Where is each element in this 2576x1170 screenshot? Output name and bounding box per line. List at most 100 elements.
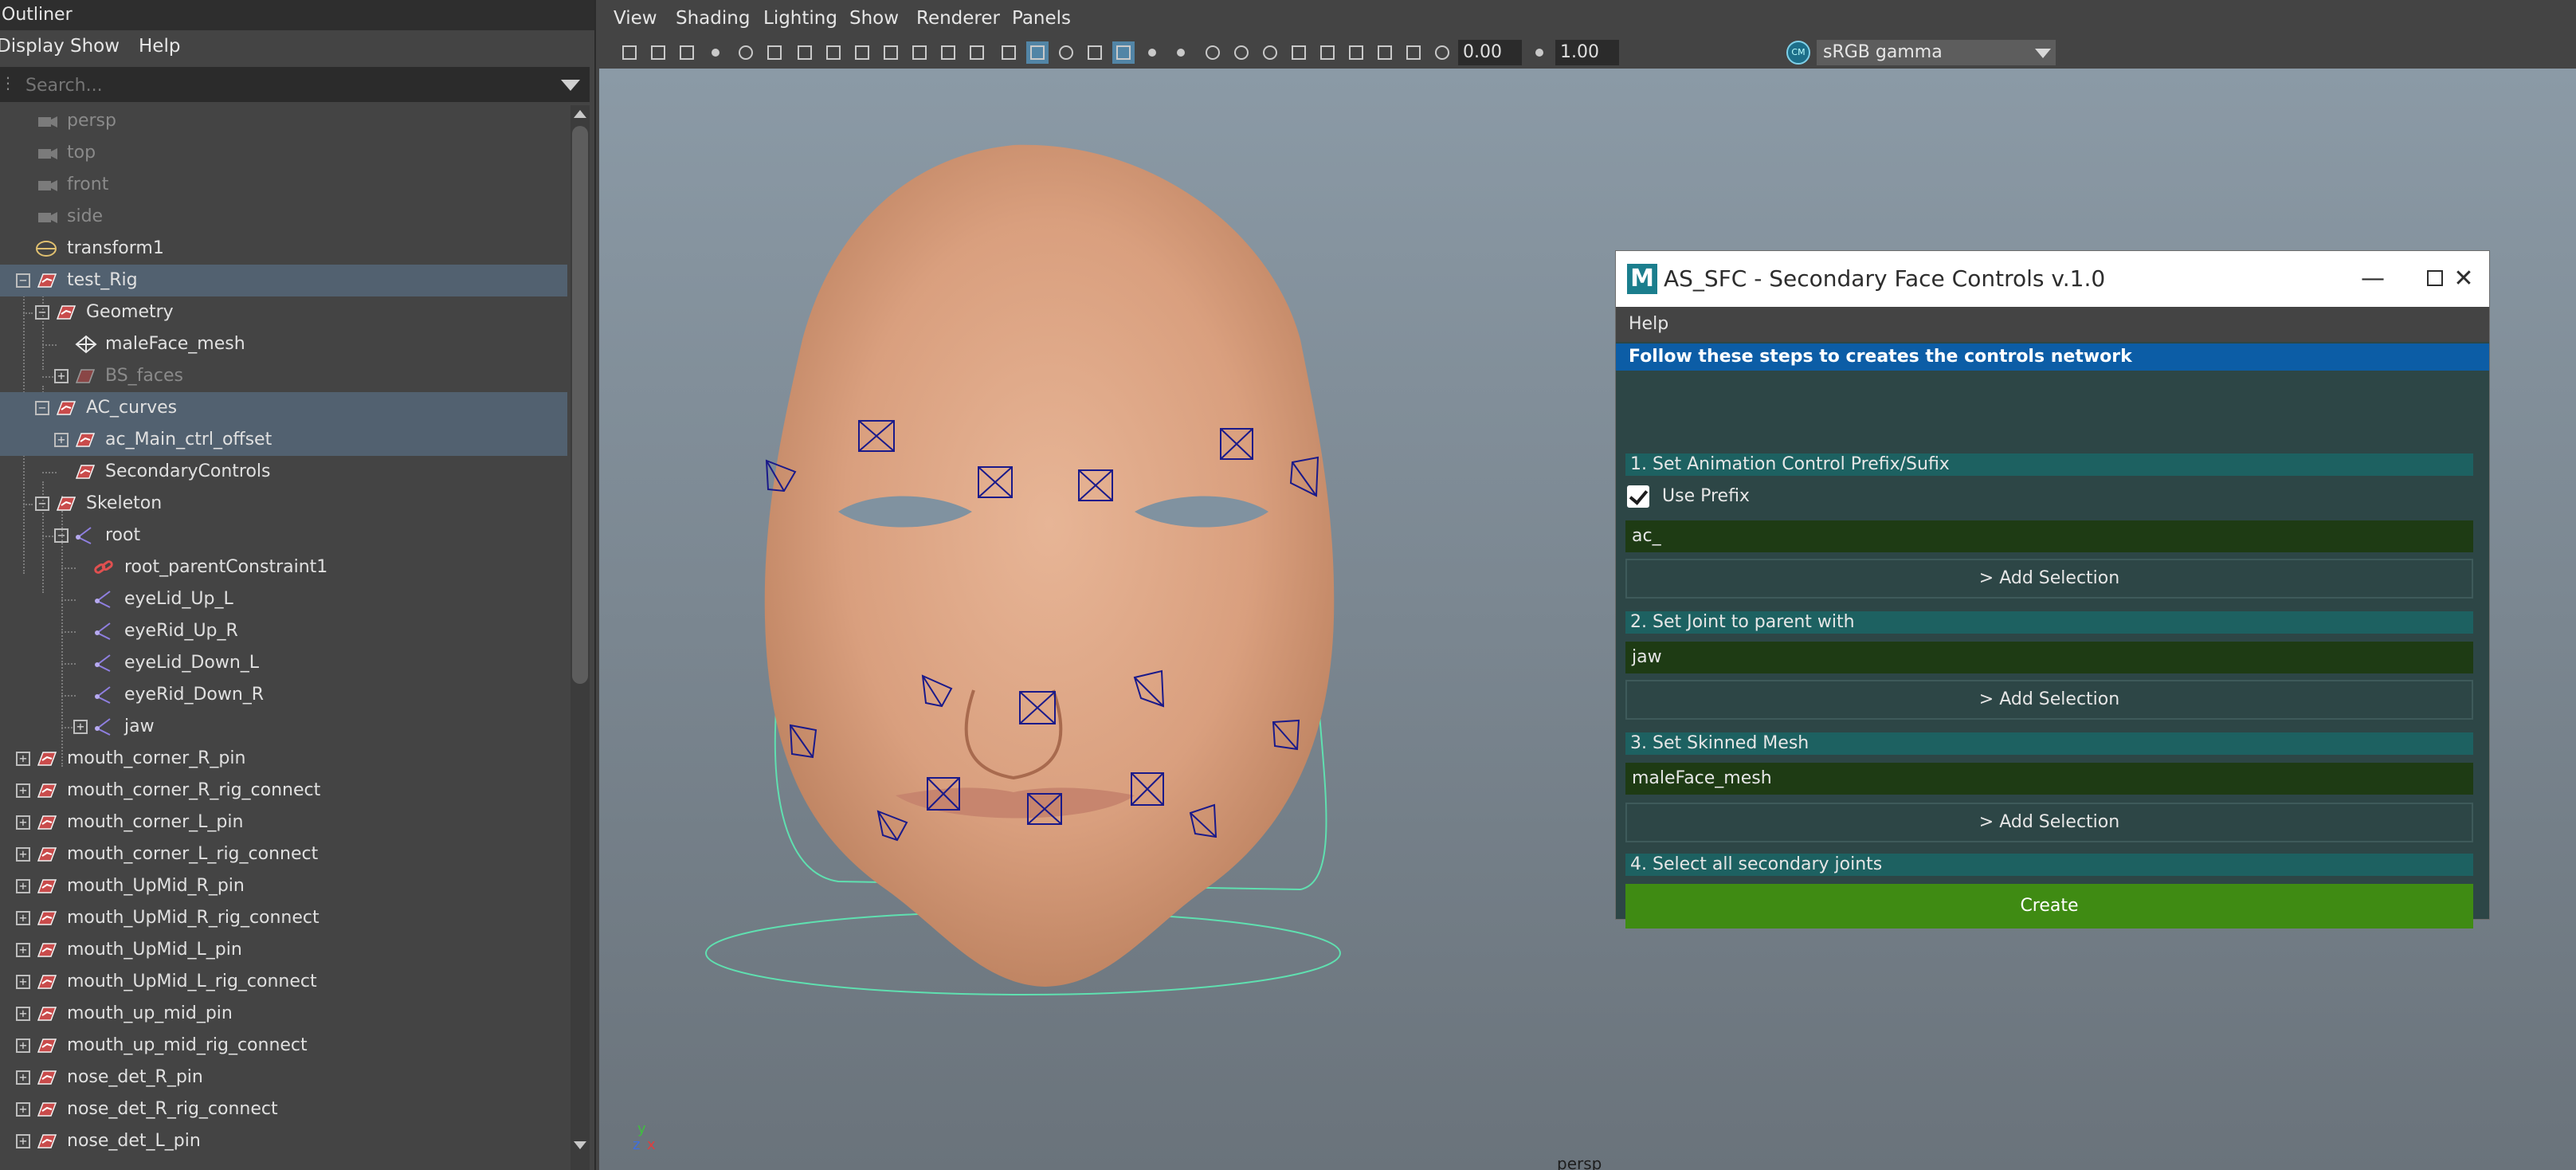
outliner-item-eyelid-up-l[interactable]: eyeLid_Up_L (0, 583, 567, 615)
dialog-menu-help[interactable]: Help (1629, 307, 1668, 342)
outliner-item-ac-curves[interactable]: − AC_curves (0, 392, 567, 424)
menu-help[interactable]: Help (139, 30, 180, 62)
add-selection-button-2[interactable]: > Add Selection (1625, 680, 2473, 720)
wireframe-icon[interactable] (998, 41, 1020, 64)
safe-title-icon[interactable] (966, 41, 988, 64)
menu-lighting[interactable]: Lighting (763, 0, 837, 37)
depth-of-field-icon[interactable] (1288, 41, 1310, 64)
prefix-input[interactable]: ac_ (1625, 520, 2473, 552)
outliner-item-bs-faces[interactable]: + BS_faces (0, 360, 567, 392)
create-button[interactable]: Create (1625, 884, 2473, 929)
outliner-search-input[interactable] (24, 70, 553, 100)
expand-toggle-icon[interactable]: + (16, 1070, 30, 1085)
expand-toggle-icon[interactable]: + (16, 975, 30, 989)
gamma-field[interactable]: 1.00 (1555, 40, 1619, 65)
outliner-item-eyerid-up-r[interactable]: eyeRid_Up_R (0, 615, 567, 647)
outliner-item-mouth-corner-l-pin[interactable]: + mouth_corner_L_pin (0, 807, 567, 838)
use-prefix-checkbox[interactable] (1627, 485, 1649, 508)
drag-grip-icon[interactable]: ⋮ (0, 73, 16, 96)
exposure-icon[interactable] (1431, 41, 1453, 64)
menu-display[interactable]: Display (0, 30, 65, 62)
field-chart-icon[interactable] (908, 41, 931, 64)
outliner-scrollbar[interactable] (570, 105, 590, 1170)
expand-toggle-icon[interactable]: + (54, 369, 69, 383)
screen-space-ao-icon[interactable] (1202, 41, 1224, 64)
outliner-item-transform1[interactable]: transform1 (0, 233, 567, 265)
scroll-down-icon[interactable] (574, 1141, 586, 1149)
outliner-item-nose-det-l-pin[interactable]: + nose_det_L_pin (0, 1125, 567, 1157)
outliner-item-root-parentconstraint1[interactable]: root_parentConstraint1 (0, 552, 567, 583)
dialog-titlebar[interactable]: M AS_SFC - Secondary Face Controls v.1.0… (1616, 251, 2489, 307)
grid-icon[interactable] (794, 41, 816, 64)
skinned-mesh-input[interactable]: maleFace_mesh (1625, 763, 2473, 795)
expand-toggle-icon[interactable]: + (16, 943, 30, 957)
outliner-item-geometry[interactable]: − Geometry (0, 296, 567, 328)
menu-view[interactable]: View (614, 0, 657, 37)
collapse-toggle-icon[interactable]: − (35, 401, 49, 415)
expand-toggle-icon[interactable]: + (54, 433, 69, 447)
outliner-item-side[interactable]: side (0, 201, 567, 233)
expand-toggle-icon[interactable]: + (16, 752, 30, 766)
outliner-item-test-rig[interactable]: − test_Rig (0, 265, 567, 296)
collapse-toggle-icon[interactable]: − (35, 497, 49, 511)
outliner-item-eyelid-down-l[interactable]: eyeLid_Down_L (0, 647, 567, 679)
expand-toggle-icon[interactable]: + (16, 1102, 30, 1117)
menu-panels[interactable]: Panels (1012, 0, 1071, 37)
outliner-item-mouth-corner-l-rig-connect[interactable]: + mouth_corner_L_rig_connect (0, 838, 567, 870)
two-d-pan-zoom-icon[interactable] (735, 41, 757, 64)
outliner-item-front[interactable]: front (0, 169, 567, 201)
gamma-icon[interactable] (1528, 41, 1551, 64)
outliner-item-jaw[interactable]: + jaw (0, 711, 567, 743)
outliner-item-mouth-upmid-l-pin[interactable]: + mouth_UpMid_L_pin (0, 934, 567, 966)
expand-toggle-icon[interactable]: + (16, 1134, 30, 1148)
xray-active-components-icon[interactable] (1374, 41, 1396, 64)
xray-joints-icon[interactable] (1345, 41, 1367, 64)
menu-show[interactable]: Show (70, 30, 120, 62)
add-selection-button-1[interactable]: > Add Selection (1625, 559, 2473, 599)
collapse-toggle-icon[interactable]: − (35, 305, 49, 320)
outliner-item-persp[interactable]: persp (0, 105, 567, 137)
resolution-gate-icon[interactable] (851, 41, 873, 64)
wireframe-on-shaded-icon[interactable] (1084, 41, 1106, 64)
motion-blur-icon[interactable] (1230, 41, 1253, 64)
anti-aliasing-icon[interactable] (1259, 41, 1281, 64)
bookmarks-icon[interactable] (676, 41, 698, 64)
backface-culling-icon[interactable] (1402, 41, 1425, 64)
expand-toggle-icon[interactable]: + (16, 783, 30, 798)
outliner-item-mouth-upmid-r-pin[interactable]: + mouth_UpMid_R_pin (0, 870, 567, 902)
add-selection-button-3[interactable]: > Add Selection (1625, 803, 2473, 842)
outliner-item-nose-det-r-rig-connect[interactable]: + nose_det_R_rig_connect (0, 1093, 567, 1125)
outliner-item-ac-main-ctrl-offset[interactable]: + ac_Main_ctrl_offset (0, 424, 567, 456)
outliner-item-mouth-up-mid-pin[interactable]: + mouth_up_mid_pin (0, 998, 567, 1030)
view-transform-dropdown[interactable]: sRGB gamma (1817, 40, 2056, 65)
exposure-field[interactable]: 0.00 (1458, 40, 1522, 65)
default-material-icon[interactable] (1055, 41, 1077, 64)
camera-attributes-icon[interactable] (647, 41, 669, 64)
expand-toggle-icon[interactable]: + (16, 911, 30, 925)
search-options-dropdown-icon[interactable] (561, 80, 580, 91)
grease-pencil-icon[interactable] (763, 41, 786, 64)
collapse-toggle-icon[interactable]: − (54, 528, 69, 543)
film-gate-icon[interactable] (822, 41, 845, 64)
outliner-item-maleface-mesh[interactable]: maleFace_mesh (0, 328, 567, 360)
expand-toggle-icon[interactable]: + (16, 1038, 30, 1053)
scroll-up-icon[interactable] (574, 110, 586, 118)
expand-toggle-icon[interactable]: + (16, 879, 30, 893)
outliner-item-nose-det-r-pin[interactable]: + nose_det_R_pin (0, 1062, 567, 1093)
use-lights-icon[interactable] (1141, 41, 1163, 64)
isolate-select-icon[interactable] (1316, 41, 1339, 64)
joint-input[interactable]: jaw (1625, 642, 2473, 673)
gate-mask-icon[interactable] (880, 41, 902, 64)
menu-shading[interactable]: Shading (676, 0, 750, 37)
safe-action-icon[interactable] (937, 41, 959, 64)
xray-icon[interactable] (1112, 41, 1135, 64)
outliner-item-root[interactable]: − root (0, 520, 567, 552)
shadows-icon[interactable] (1170, 41, 1192, 64)
outliner-item-eyerid-down-r[interactable]: eyeRid_Down_R (0, 679, 567, 711)
outliner-item-mouth-up-mid-rig-connect[interactable]: + mouth_up_mid_rig_connect (0, 1030, 567, 1062)
collapse-toggle-icon[interactable]: − (16, 273, 30, 288)
expand-toggle-icon[interactable]: + (16, 1007, 30, 1021)
outliner-item-mouth-corner-r-pin[interactable]: + mouth_corner_R_pin (0, 743, 567, 775)
outliner-item-mouth-corner-r-rig-connect[interactable]: + mouth_corner_R_rig_connect (0, 775, 567, 807)
menu-renderer[interactable]: Renderer (916, 0, 1000, 37)
